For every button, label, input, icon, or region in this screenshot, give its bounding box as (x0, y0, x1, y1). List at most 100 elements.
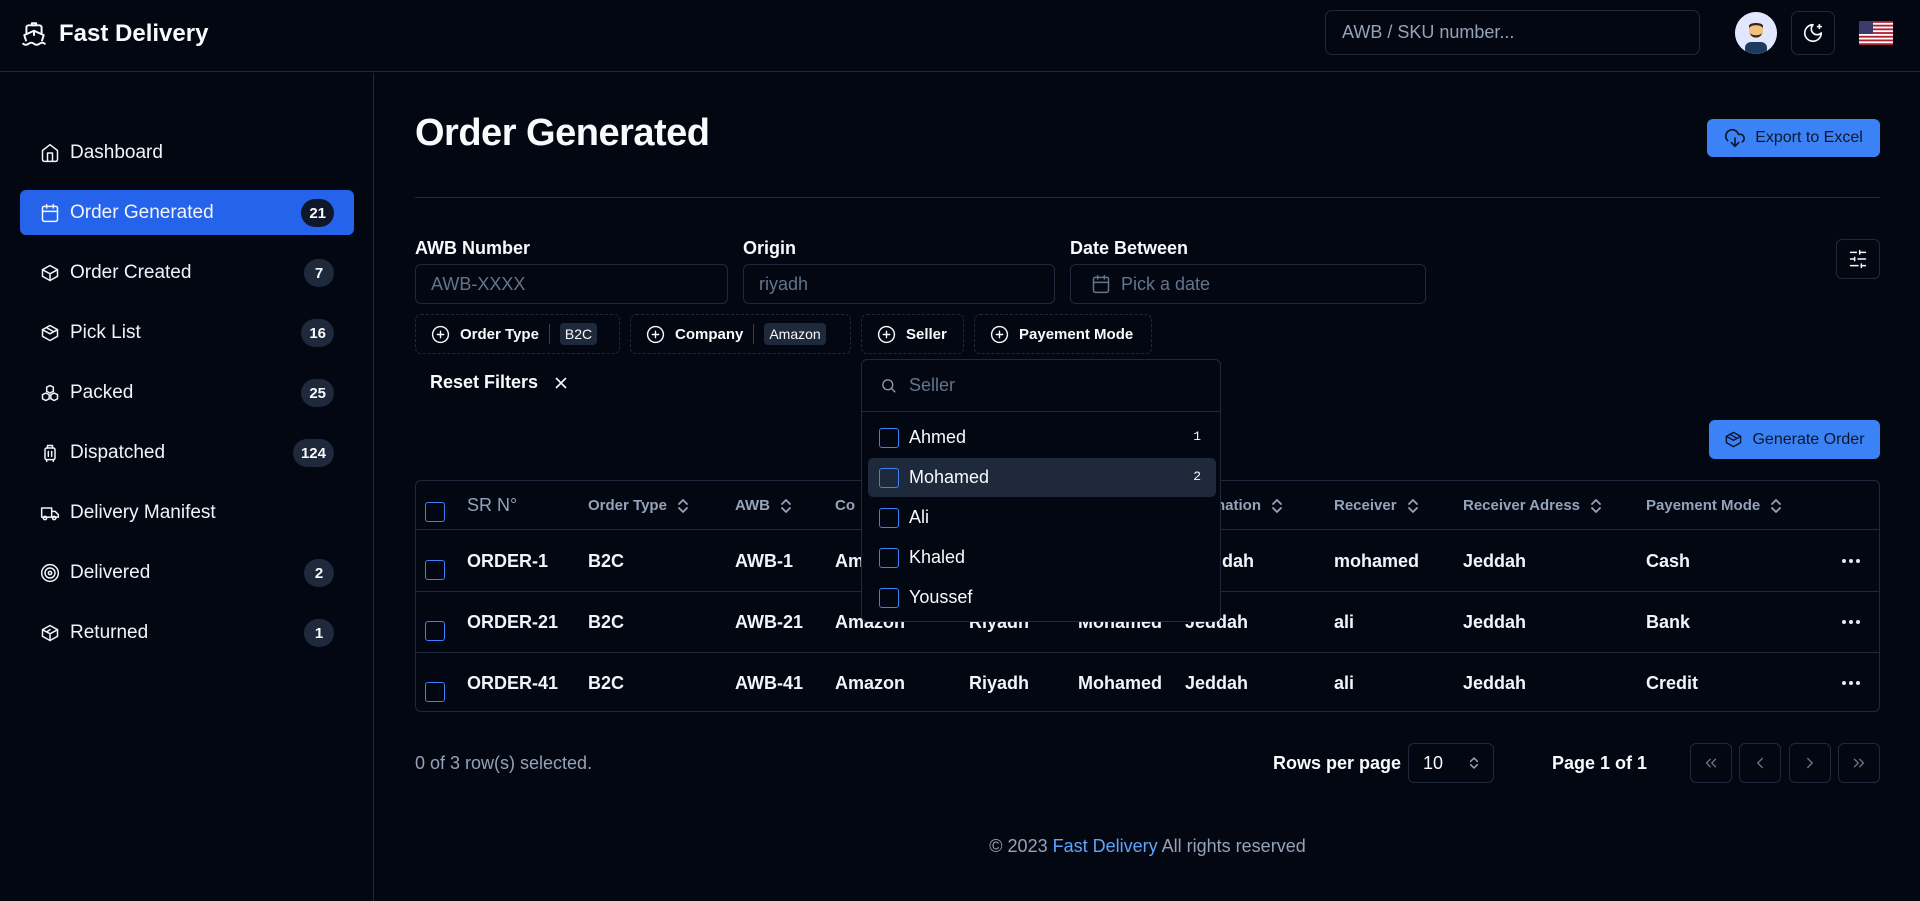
seller-option-ali[interactable]: Ali (868, 498, 1216, 537)
option-checkbox[interactable] (879, 467, 899, 488)
company-filter-chip[interactable]: Company Amazon (630, 314, 851, 354)
col-receiver-address[interactable]: Receiver Adress (1463, 497, 1602, 514)
sidebar-item-label: Dispatched (70, 441, 166, 463)
us-flag-icon[interactable] (1859, 21, 1893, 45)
option-count: 2 (1193, 469, 1201, 484)
sidebar-item-label: Dashboard (70, 141, 163, 163)
option-checkbox[interactable] (879, 507, 899, 528)
option-label: Youssef (909, 587, 973, 607)
col-destination[interactable]: nation (1216, 497, 1283, 514)
sort-icon (677, 498, 689, 514)
seller-search-input[interactable] (909, 375, 1189, 396)
sidebar-item-label: Delivery Manifest (70, 501, 216, 523)
sidebar-item-dispatched[interactable]: Dispatched 124 (20, 430, 354, 475)
rows-per-page-select[interactable]: 10 (1408, 743, 1494, 783)
cell-order-type: B2C (588, 612, 625, 632)
page-indicator: Page 1 of 1 (1552, 753, 1648, 773)
avatar[interactable] (1735, 12, 1777, 54)
plus-circle-icon (431, 325, 450, 344)
count-badge: 21 (301, 199, 334, 227)
first-page-button[interactable] (1690, 743, 1732, 783)
row-actions-icon[interactable] (1836, 551, 1866, 571)
last-page-button[interactable] (1838, 743, 1880, 783)
table-row[interactable]: ORDER-41 B2C AWB-41 Amazon Riyadh Mohame… (416, 653, 1879, 714)
cell-sr: ORDER-41 (467, 673, 559, 693)
sidebar-item-packed[interactable]: Packed 25 (20, 370, 354, 415)
row-actions-icon[interactable] (1836, 612, 1866, 632)
payment-mode-filter-chip[interactable]: Payement Mode (974, 314, 1152, 354)
order-type-filter-chip[interactable]: Order Type B2C (415, 314, 620, 354)
sidebar-item-dashboard[interactable]: Dashboard (20, 130, 354, 175)
awb-number-input[interactable] (415, 264, 728, 304)
origin-input[interactable] (743, 264, 1055, 304)
view-settings-button[interactable] (1836, 239, 1880, 279)
sort-icon (1770, 498, 1782, 514)
cell-destination: dah (1222, 551, 1255, 571)
col-receiver[interactable]: Receiver (1334, 497, 1419, 514)
row-checkbox[interactable] (425, 560, 445, 580)
sidebar: Dashboard Order Generated 21 Order Creat… (0, 73, 374, 901)
cell-receiver-address: Jeddah (1463, 551, 1527, 571)
awb-sku-search-input[interactable] (1325, 10, 1700, 55)
option-checkbox[interactable] (879, 547, 899, 568)
origin-label: Origin (743, 238, 796, 258)
count-badge: 2 (304, 559, 334, 587)
sidebar-item-order-generated[interactable]: Order Generated 21 (20, 190, 354, 235)
plus-circle-icon (990, 325, 1009, 344)
sidebar-item-pick-list[interactable]: Pick List 16 (20, 310, 354, 355)
option-label: Mohamed (909, 467, 990, 487)
sort-icon (1271, 498, 1283, 514)
sidebar-item-returned[interactable]: Returned 1 (20, 610, 354, 655)
col-company[interactable]: Co (835, 497, 855, 514)
cell-receiver: ali (1334, 673, 1355, 693)
option-label: Ahmed (909, 427, 967, 447)
sidebar-item-delivered[interactable]: Delivered 2 (20, 550, 354, 595)
seller-option-youssef[interactable]: Youssef (868, 578, 1216, 617)
sidebar-item-order-created[interactable]: Order Created 7 (20, 250, 354, 295)
cell-company: Amazon (835, 673, 906, 693)
rows-per-page-label: Rows per page (1273, 753, 1402, 773)
row-checkbox[interactable] (425, 621, 445, 641)
cell-company: Am (835, 551, 865, 571)
col-order-type[interactable]: Order Type (588, 497, 689, 514)
option-checkbox[interactable] (879, 427, 899, 448)
target-icon (40, 563, 60, 583)
theme-toggle-button[interactable] (1791, 11, 1835, 55)
sidebar-item-delivery-manifest[interactable]: Delivery Manifest (20, 490, 354, 535)
chip-label: Seller (906, 325, 947, 343)
col-payment-mode[interactable]: Payement Mode (1646, 497, 1782, 514)
row-actions-icon[interactable] (1836, 673, 1866, 693)
option-checkbox[interactable] (879, 587, 899, 608)
rights-text: All rights reserved (1161, 836, 1306, 856)
generate-order-button[interactable]: Generate Order (1709, 420, 1880, 459)
cell-payment-mode: Cash (1646, 551, 1691, 571)
export-to-excel-button[interactable]: Export to Excel (1707, 119, 1880, 157)
seller-search (862, 360, 1220, 412)
sort-icon (780, 498, 792, 514)
seller-filter-chip[interactable]: Seller (861, 314, 964, 354)
next-page-button[interactable] (1789, 743, 1831, 783)
cell-origin: Riyadh (969, 673, 1030, 693)
footer-brand-link[interactable]: Fast Delivery (1053, 836, 1158, 856)
row-checkbox[interactable] (425, 682, 445, 702)
option-label: Ali (909, 507, 930, 527)
col-awb[interactable]: AWB (735, 497, 792, 514)
date-picker-button[interactable]: Pick a date (1070, 264, 1426, 304)
boxes-icon (40, 383, 60, 403)
seller-option-khaled[interactable]: Khaled (868, 538, 1216, 577)
reset-filters-button[interactable]: Reset Filters (430, 372, 570, 393)
cell-sr: ORDER-21 (467, 612, 559, 632)
seller-option-mohamed[interactable]: Mohamed 2 (868, 458, 1216, 497)
chip-separator (753, 324, 755, 344)
chip-value: B2C (559, 323, 598, 345)
seller-option-ahmed[interactable]: Ahmed 1 (868, 418, 1216, 457)
sidebar-item-label: Packed (70, 381, 134, 403)
calendar-icon (40, 203, 60, 223)
chip-label: Payement Mode (1019, 325, 1134, 343)
cell-sr: ORDER-1 (467, 551, 549, 571)
previous-page-button[interactable] (1739, 743, 1781, 783)
brand[interactable]: Fast Delivery (21, 20, 208, 48)
sidebar-item-label: Delivered (70, 561, 151, 583)
option-label: Khaled (909, 547, 966, 567)
select-all-checkbox[interactable] (425, 502, 445, 522)
